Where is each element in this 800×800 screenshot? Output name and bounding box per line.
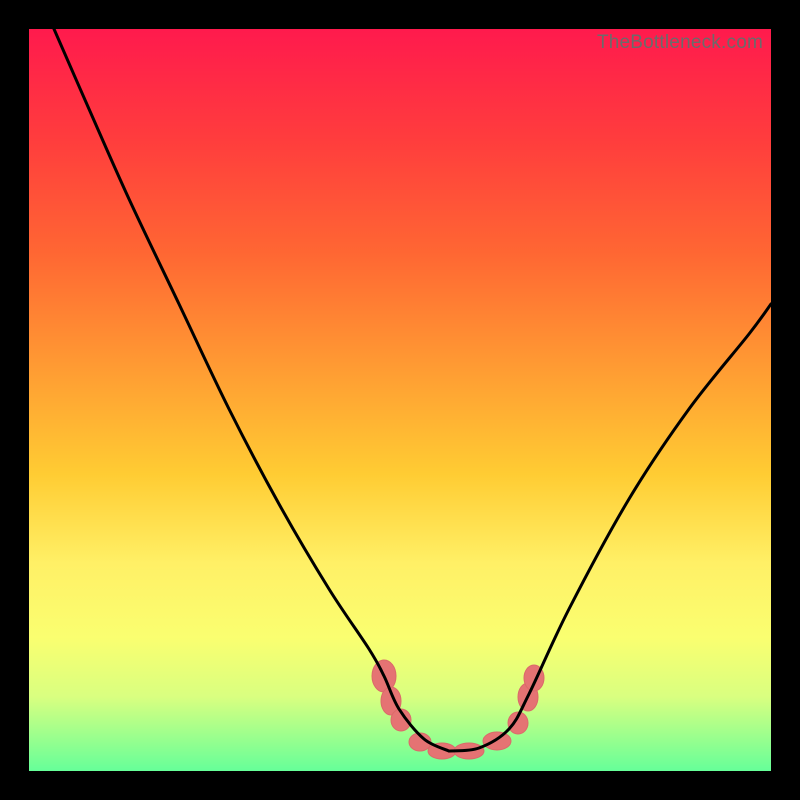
chart-svg [29, 29, 771, 771]
plot-area: TheBottleneck.com [29, 29, 771, 771]
right-curve [449, 304, 771, 751]
data-marker [483, 732, 511, 750]
left-curve [54, 29, 449, 751]
chart-frame: TheBottleneck.com [0, 0, 800, 800]
